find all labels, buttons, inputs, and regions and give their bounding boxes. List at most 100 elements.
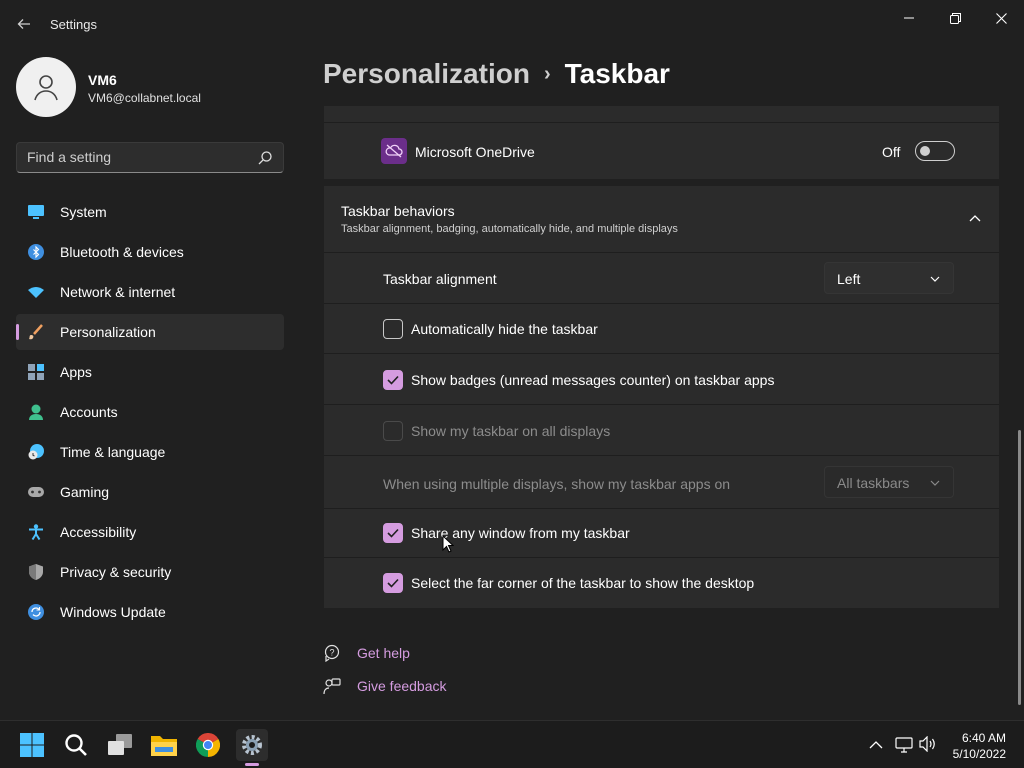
clock-date: 5/10/2022: [952, 747, 1006, 761]
scrolled-card-edge: [324, 106, 999, 122]
far-corner-checkbox[interactable]: [383, 573, 403, 593]
svg-text:?: ?: [330, 648, 335, 658]
sidebar-item-system[interactable]: System: [16, 194, 284, 230]
sidebar-item-label: Privacy & security: [60, 564, 172, 580]
checkmark-icon: [387, 578, 399, 588]
dropdown-value: All taskbars: [837, 475, 910, 491]
toggle-knob: [920, 146, 930, 156]
shield-icon: [28, 564, 44, 580]
chrome-icon: [196, 733, 220, 757]
network-icon[interactable]: [895, 737, 913, 753]
search-icon: [258, 151, 272, 165]
sidebar-item-bluetooth[interactable]: Bluetooth & devices: [16, 234, 284, 270]
active-app-indicator: [245, 763, 259, 766]
onedrive-toggle-state: Off: [882, 144, 901, 160]
chevron-down-icon: [930, 276, 940, 282]
task-view-icon: [108, 734, 132, 755]
sidebar-item-label: Apps: [60, 364, 92, 380]
share-window-row: Share any window from my taskbar: [324, 509, 999, 557]
bluetooth-icon: [28, 244, 44, 260]
search-box[interactable]: [16, 142, 284, 173]
far-corner-row: Select the far corner of the taskbar to …: [324, 558, 999, 608]
settings-taskbar-button[interactable]: [236, 729, 268, 761]
taskbar: 6:40 AM 5/10/2022: [0, 720, 1024, 768]
minimize-button[interactable]: [886, 4, 932, 32]
sidebar-item-label: Network & internet: [60, 284, 176, 300]
close-button[interactable]: [978, 4, 1024, 32]
restore-icon: [949, 12, 961, 24]
startup-app-row-onedrive: Microsoft OneDrive Off: [324, 123, 999, 179]
multi-display-label: When using multiple displays, show my ta…: [383, 476, 731, 492]
share-window-checkbox[interactable]: [383, 523, 403, 543]
sidebar-item-accessibility[interactable]: Accessibility: [16, 514, 284, 550]
chevron-up-icon[interactable]: [869, 740, 883, 749]
minimize-icon: [904, 17, 914, 19]
chrome-button[interactable]: [192, 729, 224, 761]
sidebar-item-windows-update[interactable]: Windows Update: [16, 594, 284, 630]
sidebar-item-accounts[interactable]: Accounts: [16, 394, 284, 430]
settings-icon: [242, 735, 262, 755]
onedrive-toggle[interactable]: [915, 141, 955, 161]
back-button[interactable]: [10, 10, 38, 38]
search-icon: [65, 734, 87, 756]
title-bar: Settings: [0, 0, 1024, 48]
sidebar-item-network[interactable]: Network & internet: [16, 274, 284, 310]
sidebar-item-label: Personalization: [60, 324, 156, 340]
give-feedback-link[interactable]: Give feedback: [323, 676, 463, 696]
give-feedback-label: Give feedback: [357, 678, 447, 694]
sidebar-item-label: Accessibility: [60, 524, 137, 540]
sidebar-item-label: Windows Update: [60, 604, 166, 620]
search-input[interactable]: [27, 149, 247, 165]
avatar[interactable]: [16, 57, 76, 117]
sidebar-item-privacy-security[interactable]: Privacy & security: [16, 554, 284, 590]
far-corner-label: Select the far corner of the taskbar to …: [411, 575, 755, 591]
get-help-link[interactable]: ? Get help: [323, 643, 443, 663]
taskbar-behaviors-header[interactable]: Taskbar behaviors Taskbar alignment, bad…: [324, 186, 999, 252]
sidebar-item-gaming[interactable]: Gaming: [16, 474, 284, 510]
brush-icon: [28, 324, 44, 340]
auto-hide-row: Automatically hide the taskbar: [324, 304, 999, 353]
breadcrumb-parent[interactable]: Personalization: [323, 58, 530, 89]
get-help-label: Get help: [357, 645, 410, 661]
onedrive-label: Microsoft OneDrive: [415, 144, 535, 160]
chevron-down-icon: [930, 480, 940, 486]
task-view-button[interactable]: [104, 729, 136, 761]
file-explorer-button[interactable]: [148, 729, 180, 761]
sidebar-item-personalization[interactable]: Personalization: [16, 314, 284, 350]
user-name: VM6: [88, 72, 117, 88]
taskbar-alignment-dropdown[interactable]: Left: [824, 262, 954, 294]
app-title: Settings: [50, 17, 97, 32]
section-subtitle: Taskbar alignment, badging, automaticall…: [341, 223, 678, 235]
back-arrow-icon: [17, 19, 30, 29]
dropdown-value: Left: [837, 271, 861, 287]
close-icon: [995, 12, 1007, 24]
restore-button[interactable]: [932, 4, 978, 32]
sidebar-item-label: Accounts: [60, 404, 118, 420]
sidebar-item-label: Gaming: [60, 484, 110, 500]
auto-hide-checkbox[interactable]: [383, 319, 403, 339]
system-icon: [28, 204, 44, 220]
sidebar-item-apps[interactable]: Apps: [16, 354, 284, 390]
feedback-icon: [323, 678, 341, 695]
taskbar-search-button[interactable]: [60, 729, 92, 761]
page-title: Taskbar: [564, 58, 670, 89]
badges-checkbox[interactable]: [383, 370, 403, 390]
taskbar-alignment-label: Taskbar alignment: [383, 271, 497, 287]
multi-display-dropdown[interactable]: All taskbars: [824, 466, 954, 498]
sidebar-item-label: Bluetooth & devices: [60, 244, 184, 260]
volume-icon[interactable]: [919, 736, 937, 752]
user-icon: [34, 75, 58, 101]
sidebar-item-time-language[interactable]: Time & language: [16, 434, 284, 470]
help-icon: ?: [324, 644, 340, 662]
accessibility-icon: [28, 524, 44, 540]
taskbar-clock[interactable]: 6:40 AM 5/10/2022: [953, 730, 1006, 762]
all-displays-checkbox[interactable]: [383, 421, 403, 441]
user-email: VM6@collabnet.local: [88, 91, 201, 105]
sidebar-item-label: Time & language: [60, 444, 166, 460]
scrollbar-thumb[interactable]: [1018, 430, 1021, 705]
chevron-up-icon[interactable]: [969, 214, 981, 222]
sidebar-nav: System Bluetooth & devices Network & int…: [16, 194, 284, 634]
all-displays-label: Show my taskbar on all displays: [411, 423, 611, 439]
clock-globe-icon: [28, 444, 44, 460]
start-button[interactable]: [16, 729, 48, 761]
